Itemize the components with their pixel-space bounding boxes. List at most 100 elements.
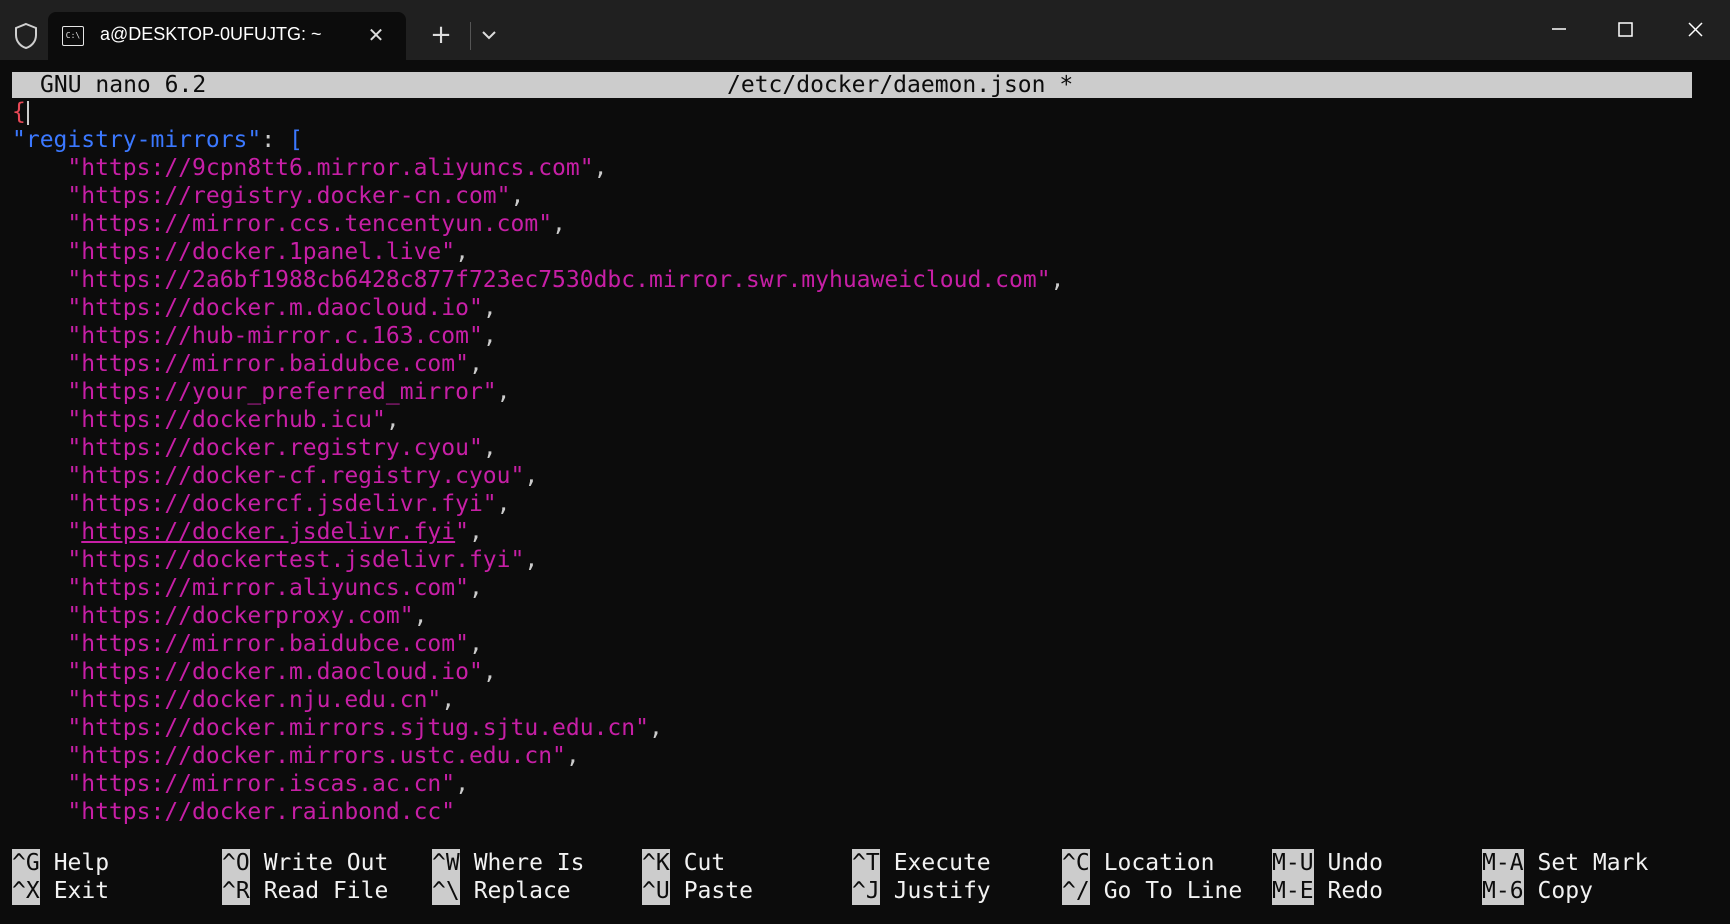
mirror-line: "https://docker.m.daocloud.io",	[67, 295, 497, 321]
mirror-url: "https://registry.docker-cn.com"	[67, 183, 511, 209]
shortcut-read-file: ^R Read File	[222, 877, 388, 905]
shortcut-label: Write Out	[263, 850, 389, 876]
shortcut-label: Undo	[1327, 850, 1383, 876]
shortcut-label: Where Is	[473, 850, 585, 876]
open-bracket: [	[288, 127, 303, 153]
mirror-url: "https://docker.nju.edu.cn"	[67, 687, 442, 713]
mirror-line: "https://mirror.baidubce.com",	[67, 631, 483, 657]
mirror-line: "https://dockerproxy.com",	[67, 603, 428, 629]
mirror-url: "https://mirror.baidubce.com"	[67, 631, 469, 657]
mirror-line: "https://dockercf.jsdelivr.fyi",	[67, 491, 511, 517]
mirror-url: "https://dockerproxy.com"	[67, 603, 414, 629]
shortcut-redo: M-E Redo	[1272, 877, 1383, 905]
mirror-url: "https://docker.m.daocloud.io"	[67, 295, 483, 321]
minimize-button[interactable]	[1534, 12, 1584, 50]
mirror-line: "https://docker-cf.registry.cyou",	[67, 463, 539, 489]
tab-close-icon[interactable]: ✕	[362, 21, 390, 49]
open-brace: {	[12, 99, 26, 125]
shortcut-key: M-A	[1482, 849, 1524, 877]
mirror-url: "https://mirror.baidubce.com"	[67, 351, 469, 377]
nano-header: GNU nano 6.2 /etc/docker/daemon.json *	[12, 72, 1692, 98]
shortcut-key: ^C	[1062, 849, 1090, 877]
shortcut-key: ^R	[222, 877, 250, 905]
mirror-line: "https://mirror.aliyuncs.com",	[67, 575, 483, 601]
shortcut-key: ^X	[12, 877, 40, 905]
shortcut-label: Go To Line	[1103, 878, 1243, 904]
terminal-pane[interactable]: GNU nano 6.2 /etc/docker/daemon.json * {…	[0, 60, 1730, 924]
window-titlebar: C:\ a@DESKTOP-0UFUJTG: ~ ✕ +	[0, 0, 1730, 60]
mirror-url: "https://docker.mirrors.ustc.edu.cn"	[67, 743, 566, 769]
shortcut-execute: ^T Execute	[852, 849, 991, 877]
mirror-url: "https://2a6bf1988cb6428c877f723ec7530db…	[67, 267, 1051, 293]
shortcut-key: ^/	[1062, 877, 1090, 905]
shortcut-exit: ^X Exit	[12, 877, 109, 905]
shortcut-label: Read File	[263, 878, 389, 904]
maximize-button[interactable]	[1600, 12, 1650, 50]
mirror-line: "https://mirror.baidubce.com",	[67, 351, 483, 377]
shortcut-label: Cut	[683, 850, 726, 876]
shortcut-key: ^J	[852, 877, 880, 905]
divider	[470, 22, 471, 50]
shortcut-label: Copy	[1537, 878, 1593, 904]
mirror-line: "https://dockerhub.icu",	[67, 407, 400, 433]
shortcut-location: ^C Location	[1062, 849, 1214, 877]
mirror-url: "https://mirror.ccs.tencentyun.com"	[67, 211, 553, 237]
shortcut-label: Exit	[53, 878, 110, 904]
mirror-line: "https://docker.registry.cyou",	[67, 435, 497, 461]
mirror-url: "https://dockercf.jsdelivr.fyi"	[67, 491, 497, 517]
shortcut-where-is: ^W Where Is	[432, 849, 584, 877]
new-tab-button[interactable]: +	[426, 20, 456, 50]
close-window-button[interactable]	[1670, 12, 1720, 50]
terminal-tab[interactable]: C:\ a@DESKTOP-0UFUJTG: ~ ✕	[48, 12, 406, 60]
tab-title: a@DESKTOP-0UFUJTG: ~	[100, 24, 322, 44]
mirror-line: "https://docker.mirrors.ustc.edu.cn",	[67, 743, 580, 769]
mirror-line: "https://docker.jsdelivr.fyi",	[67, 519, 483, 545]
mirror-line: "https://hub-mirror.c.163.com",	[67, 323, 497, 349]
mirror-url: "https://docker-cf.registry.cyou"	[67, 463, 525, 489]
mirror-line: "https://docker.m.daocloud.io",	[67, 659, 497, 685]
chevron-down-icon[interactable]	[474, 20, 504, 50]
mirror-line: "https://2a6bf1988cb6428c877f723ec7530db…	[67, 267, 1065, 293]
mirror-line: "https://registry.docker-cn.com",	[67, 183, 525, 209]
mirror-url: "https://docker.registry.cyou"	[67, 435, 483, 461]
json-key: "registry-mirrors"	[12, 127, 262, 153]
nano-version: GNU nano 6.2	[40, 72, 207, 98]
shortcut-label: Redo	[1327, 878, 1383, 904]
nano-filename: /etc/docker/daemon.json *	[727, 72, 1074, 98]
mirror-line: "https://docker.mirrors.sjtug.sjtu.edu.c…	[67, 715, 663, 741]
shortcut-key: ^W	[432, 849, 460, 877]
shortcut-key: ^O	[222, 849, 250, 877]
mirror-url[interactable]: "https://docker.jsdelivr.fyi"	[67, 519, 469, 545]
shortcut-label: Justify	[893, 878, 991, 904]
mirror-line: "https://docker.nju.edu.cn",	[67, 687, 456, 713]
editor-content[interactable]: { "registry-mirrors": [ "https://9cpn8tt…	[12, 98, 1712, 826]
shortcut-label: Set Mark	[1537, 850, 1649, 876]
mirror-url: "https://mirror.aliyuncs.com"	[67, 575, 469, 601]
shortcut-cut: ^K Cut	[642, 849, 725, 877]
editor-line: {	[12, 98, 1712, 126]
terminal-icon: C:\	[62, 26, 84, 46]
shortcut-key: ^\	[432, 877, 460, 905]
shortcut-key: ^U	[642, 877, 670, 905]
mirror-line: "https://docker.rainbond.cc"	[12, 798, 1712, 826]
mirror-url: "https://docker.mirrors.sjtug.sjtu.edu.c…	[67, 715, 649, 741]
shortcut-go-to-line: ^/ Go To Line	[1062, 877, 1242, 905]
colon: :	[261, 127, 289, 153]
mirror-line: "https://your_preferred_mirror",	[67, 379, 511, 405]
mirror-url: "https://9cpn8tt6.mirror.aliyuncs.com"	[67, 155, 594, 181]
shortcut-paste: ^U Paste	[642, 877, 753, 905]
mirror-line: "https://dockertest.jsdelivr.fyi",	[67, 547, 539, 573]
mirror-url: "https://docker.1panel.live"	[67, 239, 456, 265]
mirror-url: "https://your_preferred_mirror"	[67, 379, 497, 405]
shield-icon	[15, 22, 37, 50]
shortcut-label: Paste	[683, 878, 753, 904]
mirror-url: "https://dockertest.jsdelivr.fyi"	[67, 547, 525, 573]
shortcut-undo: M-U Undo	[1272, 849, 1383, 877]
shortcut-key: ^K	[642, 849, 670, 877]
shortcut-key: M-E	[1272, 877, 1314, 905]
shortcut-label: Execute	[893, 850, 991, 876]
shortcut-justify: ^J Justify	[852, 877, 991, 905]
shortcut-label: Location	[1103, 850, 1215, 876]
mirror-url: "https://mirror.iscas.ac.cn"	[67, 771, 456, 797]
mirror-line: "https://mirror.iscas.ac.cn",	[67, 771, 469, 797]
